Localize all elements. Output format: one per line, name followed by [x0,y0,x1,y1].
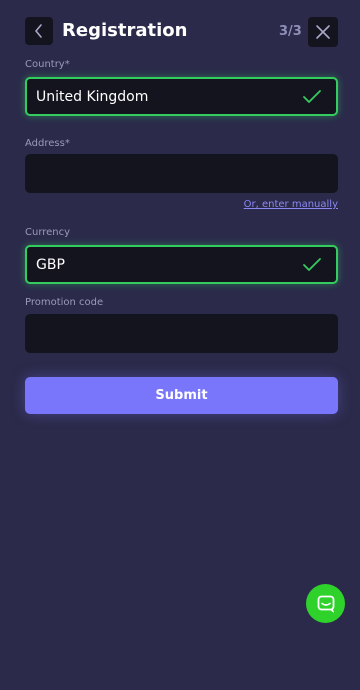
chat-icon [317,595,334,612]
checkmark-icon [303,257,321,271]
checkmark-icon [303,89,321,103]
page-title: Registration [62,20,188,41]
promotion-code-label: Promotion code [25,297,104,308]
close-icon [316,25,330,39]
country-field[interactable]: United Kingdom [25,77,338,116]
currency-value: GBP [36,256,65,273]
back-button[interactable] [25,17,53,45]
address-field[interactable] [25,154,338,193]
currency-label: Currency [25,227,71,238]
country-value: United Kingdom [36,88,149,105]
close-button[interactable] [308,17,338,47]
chat-button[interactable] [306,584,345,623]
chevron-left-icon [35,24,42,38]
currency-field[interactable]: GBP [25,245,338,284]
enter-manually-link[interactable]: Or, enter manually [244,199,338,211]
promotion-code-field[interactable] [25,314,338,353]
country-label: Country* [25,59,70,70]
header: Registration 3/3 [0,0,360,62]
step-indicator: 3/3 [279,24,302,39]
address-label: Address* [25,138,70,149]
submit-button[interactable]: Submit [25,377,338,414]
